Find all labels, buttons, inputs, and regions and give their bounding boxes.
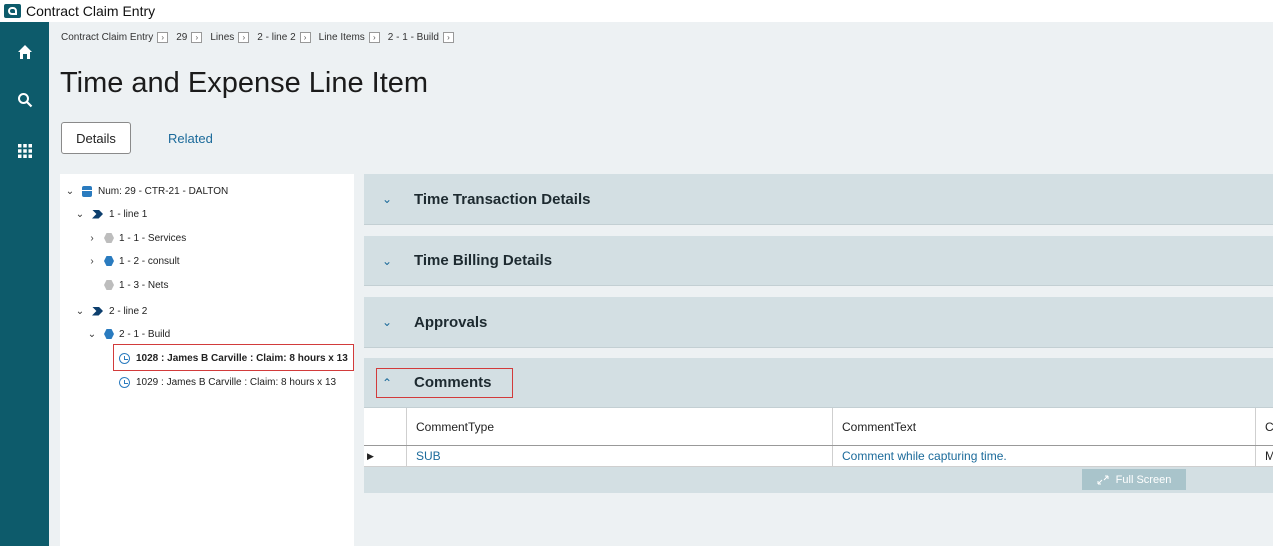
tree-node-1029[interactable]: 1029 : James B Carville : Claim: 8 hours… bbox=[119, 373, 336, 391]
current-row-indicator-icon: ▶ bbox=[364, 446, 407, 466]
column-header-commenttype[interactable]: CommentType bbox=[407, 408, 833, 445]
tree-node-consult[interactable]: › 1 - 2 - consult bbox=[86, 252, 180, 270]
chevron-right-icon[interactable]: › bbox=[86, 233, 98, 244]
tree-node-line-2[interactable]: ⌄ 2 - line 2 bbox=[74, 302, 148, 320]
row-indicator-header bbox=[364, 408, 407, 445]
chevron-down-icon[interactable]: ⌄ bbox=[86, 329, 98, 340]
home-icon[interactable] bbox=[0, 32, 49, 72]
grey-hexagon-icon bbox=[104, 280, 114, 290]
breadcrumb-line-items[interactable]: Line Items bbox=[319, 32, 365, 43]
blue-hexagon-icon bbox=[104, 329, 114, 339]
cell-commenttext[interactable]: Comment while capturing time. bbox=[833, 446, 1256, 466]
tree-node-label: 2 - line 2 bbox=[109, 305, 148, 317]
comments-highlight bbox=[376, 368, 513, 398]
chevron-right-icon[interactable]: › bbox=[442, 32, 454, 43]
section-approvals[interactable]: ⌄ Approvals bbox=[364, 297, 1273, 348]
section-title: Time Transaction Details bbox=[414, 190, 591, 208]
breadcrumb-build[interactable]: 2 - 1 - Build bbox=[388, 32, 439, 43]
tree-node-line-1[interactable]: ⌄ 1 - line 1 bbox=[74, 205, 148, 223]
tree-node-label: 2 - 1 - Build bbox=[119, 328, 171, 340]
cell-truncated[interactable]: M bbox=[1256, 446, 1273, 466]
full-screen-button[interactable]: Full Screen bbox=[1082, 469, 1186, 490]
chevron-down-icon[interactable]: ⌄ bbox=[64, 186, 76, 197]
chevron-right-icon[interactable]: › bbox=[238, 32, 250, 43]
tree-node-build[interactable]: ⌄ 2 - 1 - Build bbox=[86, 325, 170, 343]
chevron-right-icon[interactable]: › bbox=[157, 32, 169, 43]
tree-node-label: 1 - 2 - consult bbox=[119, 255, 180, 267]
chevron-right-icon[interactable]: › bbox=[299, 32, 311, 43]
chevron-right-icon[interactable]: › bbox=[368, 32, 380, 43]
app-logo-icon bbox=[4, 4, 21, 18]
search-icon[interactable] bbox=[0, 80, 49, 120]
chevron-down-icon[interactable]: ⌄ bbox=[74, 209, 86, 220]
tree-node-label: 1029 : James B Carville : Claim: 8 hours… bbox=[136, 376, 337, 388]
tree-node-label: 1 - 3 - Nets bbox=[119, 279, 169, 291]
breadcrumb-contract-claim-entry[interactable]: Contract Claim Entry bbox=[61, 32, 153, 43]
table-row[interactable]: ▶ SUB Comment while capturing time. M bbox=[364, 446, 1273, 467]
cell-commenttype[interactable]: SUB bbox=[407, 446, 833, 466]
chevron-right-icon[interactable]: › bbox=[191, 32, 203, 43]
section-time-transaction-details[interactable]: ⌄ Time Transaction Details bbox=[364, 174, 1273, 225]
title-bar: Contract Claim Entry bbox=[0, 0, 1273, 22]
tree-node-nets[interactable]: 1 - 3 - Nets bbox=[104, 276, 168, 294]
apps-grid-icon[interactable] bbox=[0, 131, 49, 171]
contract-icon bbox=[82, 185, 92, 197]
breadcrumb-line-2[interactable]: 2 - line 2 bbox=[257, 32, 295, 43]
chevron-down-icon[interactable]: ⌄ bbox=[74, 306, 86, 317]
line-icon bbox=[92, 209, 103, 219]
section-title: Time Billing Details bbox=[414, 252, 553, 269]
full-screen-label: Full Screen bbox=[1115, 473, 1172, 486]
section-time-billing-details[interactable]: ⌄ Time Billing Details bbox=[364, 236, 1273, 286]
grey-hexagon-icon bbox=[104, 233, 114, 243]
tab-related[interactable]: Related bbox=[168, 131, 213, 146]
comments-grid: CommentType CommentText Cl ▶ SUB Comment… bbox=[364, 408, 1273, 493]
tree-node-root[interactable]: ⌄ Num: 29 - CTR-21 - DALTON bbox=[64, 182, 228, 200]
breadcrumb-claim-number[interactable]: 29 bbox=[176, 32, 187, 43]
tree-node-label: 1 - line 1 bbox=[109, 208, 148, 220]
left-nav bbox=[0, 22, 49, 546]
tree-node-label: Num: 29 - CTR-21 - DALTON bbox=[98, 185, 229, 197]
grid-footer: Full Screen bbox=[364, 467, 1273, 493]
chevron-down-icon[interactable]: ⌄ bbox=[382, 254, 396, 268]
clock-icon bbox=[119, 376, 130, 388]
selection-highlight bbox=[113, 344, 354, 371]
app-title: Contract Claim Entry bbox=[26, 3, 156, 19]
tree-node-services[interactable]: › 1 - 1 - Services bbox=[86, 229, 186, 247]
tab-details[interactable]: Details bbox=[61, 122, 131, 154]
expand-icon bbox=[1097, 475, 1109, 484]
page-title: Time and Expense Line Item bbox=[60, 67, 429, 99]
chevron-right-icon[interactable]: › bbox=[86, 256, 98, 267]
blue-hexagon-icon bbox=[104, 256, 114, 266]
chevron-down-icon[interactable]: ⌄ bbox=[382, 192, 396, 206]
line-icon bbox=[92, 306, 103, 316]
grid-header: CommentType CommentText Cl bbox=[364, 408, 1273, 446]
column-header-commenttext[interactable]: CommentText bbox=[833, 408, 1256, 445]
tree-node-label: 1 - 1 - Services bbox=[119, 232, 187, 244]
breadcrumb-lines[interactable]: Lines bbox=[210, 32, 234, 43]
column-header-truncated[interactable]: Cl bbox=[1256, 408, 1273, 445]
breadcrumb: Contract Claim Entry › 29 › Lines › 2 - … bbox=[61, 32, 462, 43]
chevron-down-icon[interactable]: ⌄ bbox=[382, 315, 396, 329]
section-title: Approvals bbox=[414, 313, 488, 331]
